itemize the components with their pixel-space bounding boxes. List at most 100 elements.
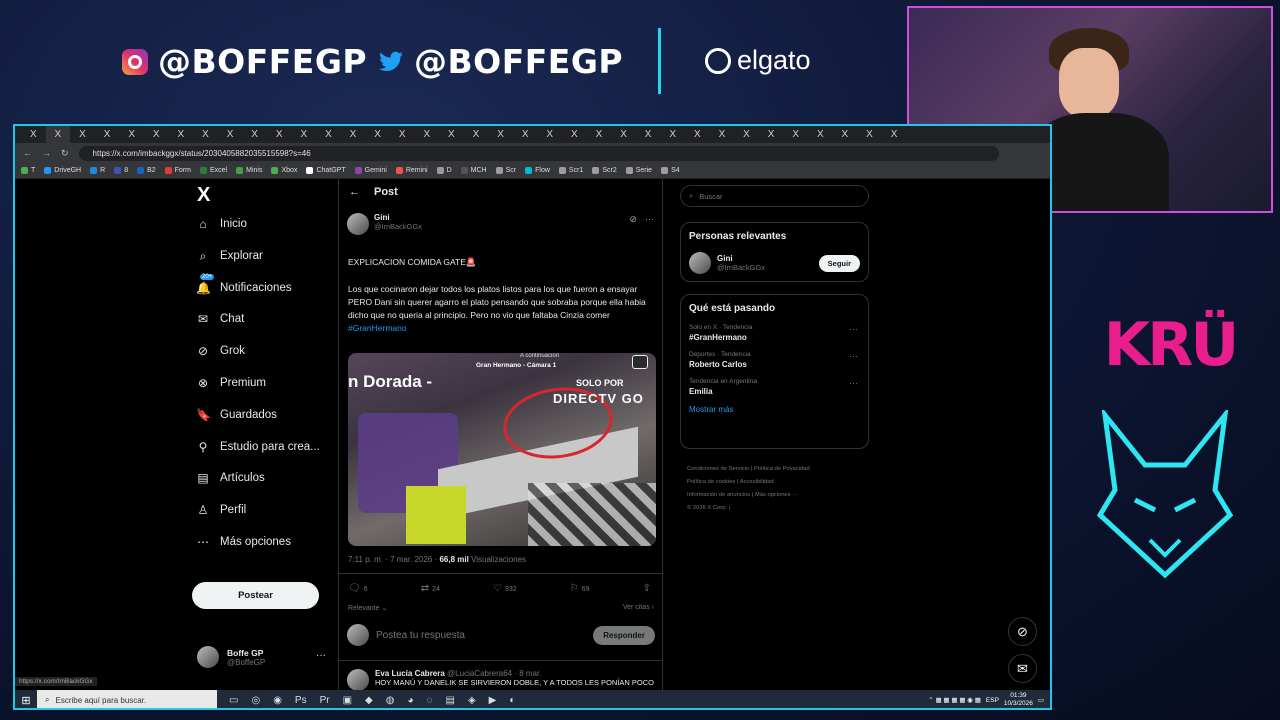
hashtag-link[interactable]: #GranHermano — [348, 323, 407, 333]
bookmark-item[interactable]: Gemini — [354, 167, 387, 174]
search-input[interactable]: ⌕ Buscar — [680, 185, 869, 207]
browser-tab[interactable]: X — [808, 126, 833, 143]
nav-item-premium[interactable]: ⊗ Premium — [196, 376, 266, 390]
account-switcher[interactable]: Boffe GP @BoffeGP — [197, 646, 265, 668]
nav-item-chat[interactable]: ✉ Chat — [196, 312, 244, 326]
nav-item-guardados[interactable]: 🔖 Guardados — [196, 408, 277, 422]
browser-tab[interactable]: X — [119, 126, 144, 143]
share-action[interactable]: ⇪ — [643, 583, 654, 594]
app-icon[interactable]: ◆ — [365, 695, 373, 706]
nav-item-explorar[interactable]: ⌕ Explorar — [196, 249, 263, 263]
tweet-time[interactable]: 7:11 p. m. · 7 mar. 2026 · — [348, 555, 437, 564]
tray-icons[interactable]: ⌃ ▦ ▦ ▦ ▦ ◉ ▦ — [928, 696, 981, 704]
bookmark-item[interactable]: Xbox — [271, 167, 297, 174]
footer-link[interactable]: Más opciones ··· — [755, 492, 798, 498]
browser-tab[interactable]: X — [833, 126, 858, 143]
browser-tab[interactable]: X — [316, 126, 341, 143]
browser-tab[interactable]: X — [144, 126, 169, 143]
account-more-icon[interactable]: ··· — [316, 650, 326, 661]
file-explorer-icon[interactable]: ▭ — [229, 695, 238, 706]
bookmark-item[interactable]: R — [90, 167, 105, 174]
reload-icon[interactable]: ↻ — [61, 148, 69, 159]
reply-input[interactable]: Postea tu respuesta — [376, 630, 586, 641]
browser-tab[interactable]: X — [660, 126, 685, 143]
repost-action[interactable]: ⇄ 24 — [421, 583, 440, 594]
browser-tab[interactable]: X — [439, 126, 464, 143]
trend-item[interactable]: Deportes · Tendencia Roberto Carlos ··· — [689, 351, 860, 369]
chrome-icon[interactable]: ◉ — [273, 695, 282, 706]
nav-item-m-s-opciones[interactable]: ⋯ Más opciones — [196, 535, 291, 549]
browser-tab[interactable]: X — [292, 126, 317, 143]
nav-item-perfil[interactable]: ♙ Perfil — [196, 503, 247, 517]
browser-tab[interactable]: X — [537, 126, 562, 143]
spotify-icon[interactable]: ◌ — [427, 695, 433, 706]
app-icon[interactable]: ▶ — [489, 695, 497, 706]
grok-icon[interactable]: ⊘ — [629, 214, 637, 225]
browser-tab[interactable]: X — [636, 126, 661, 143]
browser-tab[interactable]: X — [415, 126, 440, 143]
url-field[interactable]: https://x.com/imbackggx/status/203040588… — [78, 145, 999, 161]
bookmark-item[interactable]: Scr2 — [592, 167, 617, 174]
nav-item-inicio[interactable]: ⌂ Inicio — [196, 217, 246, 231]
bookmark-item[interactable]: Serie — [625, 167, 652, 174]
notification-icon[interactable]: ▭ — [1038, 696, 1044, 704]
browser-tab[interactable]: X — [390, 126, 415, 143]
browser-tab[interactable]: X — [562, 126, 587, 143]
browser-tab[interactable]: X — [45, 126, 71, 143]
author-handle[interactable]: @ImBackGGx — [374, 222, 422, 231]
author-name[interactable]: Gini — [374, 213, 422, 222]
steam-icon[interactable]: ◍ — [386, 695, 395, 706]
relevant-person[interactable]: Gini @ImBackGGx Seguir — [689, 252, 860, 274]
browser-tab[interactable]: X — [685, 126, 710, 143]
tweet-author[interactable]: Gini @ImBackGGx — [347, 213, 422, 235]
quotes-link[interactable]: Ver citas › — [623, 604, 654, 612]
bookmark-item[interactable]: ChatGPT — [306, 167, 346, 174]
bookmark-item[interactable]: Minis — [236, 167, 262, 174]
bookmark-item[interactable]: D — [436, 167, 452, 174]
footer-link[interactable]: © 2026 X Corp. — [687, 505, 727, 511]
footer-link[interactable]: Condiciones de Servicio — [687, 466, 749, 472]
bookmark-item[interactable]: Excel — [200, 167, 227, 174]
app-icon[interactable]: ▤ — [445, 695, 454, 706]
browser-tab[interactable]: X — [95, 126, 120, 143]
grok-floating-icon[interactable]: ⊘ — [1008, 617, 1037, 646]
windows-start-icon[interactable]: ⊞ — [15, 694, 37, 707]
premiere-icon[interactable]: Pr — [320, 695, 330, 706]
bookmark-action[interactable]: ⚐ 69 — [570, 583, 590, 594]
browser-tab[interactable]: X — [710, 126, 735, 143]
nav-item-estudio-para-crea[interactable]: ⚲ Estudio para crea... — [196, 440, 320, 454]
browser-tab[interactable]: X — [169, 126, 194, 143]
tweet-media[interactable]: n Dorada - A continuación Gran Hermano -… — [348, 353, 656, 546]
browser-tab[interactable]: X — [242, 126, 267, 143]
bookmark-item[interactable]: MCH — [460, 167, 487, 174]
back-icon[interactable]: ← — [23, 148, 32, 158]
back-arrow-icon[interactable]: ← — [349, 186, 360, 198]
bookmark-item[interactable]: Remini — [395, 167, 428, 174]
more-icon[interactable]: ··· — [849, 324, 858, 334]
follow-button[interactable]: Seguir — [818, 254, 860, 272]
browser-tab[interactable]: X — [611, 126, 636, 143]
browser-tab[interactable]: X — [783, 126, 808, 143]
messages-floating-icon[interactable]: ✉ — [1008, 654, 1037, 683]
nav-item-grok[interactable]: ⊘ Grok — [196, 344, 245, 358]
browser-tab[interactable]: X — [882, 126, 907, 143]
bookmark-item[interactable]: B2 — [137, 167, 156, 174]
footer-link[interactable]: Política de Privacidad — [754, 466, 810, 472]
bookmark-item[interactable]: S4 — [661, 167, 680, 174]
clock[interactable]: 01:39 10/3/2026 — [1004, 692, 1033, 708]
browser-tab[interactable]: X — [365, 126, 390, 143]
discord-icon[interactable]: ◕ — [407, 695, 413, 706]
nav-item-notificaciones[interactable]: 🔔 20+ Notificaciones — [196, 273, 292, 295]
language-indicator[interactable]: ESP — [986, 697, 999, 704]
reply-tweet[interactable]: Eva Lucía Cabrera @LuciaCabrera64 · 8 ma… — [347, 669, 654, 691]
nav-item-art-culos[interactable]: ▤ Artículos — [196, 471, 264, 485]
footer-link[interactable]: Accesibilidad — [740, 479, 774, 485]
taskbar-search-input[interactable]: ⌕ Escribe aquí para buscar. — [37, 690, 217, 708]
browser-tab[interactable]: X — [587, 126, 612, 143]
more-icon[interactable]: ··· — [645, 214, 654, 225]
post-button[interactable]: Postear — [192, 582, 319, 609]
more-icon[interactable]: ··· — [849, 351, 858, 361]
browser-tab[interactable]: X — [267, 126, 292, 143]
bookmark-item[interactable]: Form — [164, 167, 191, 174]
trend-item[interactable]: Tendencia en Argentina Emilia ··· — [689, 378, 860, 396]
